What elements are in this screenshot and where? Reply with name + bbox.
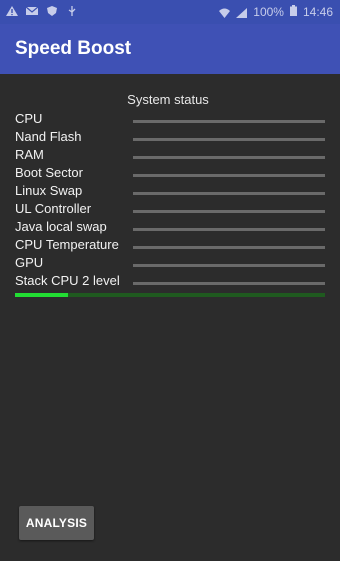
analysis-button[interactable]: ANALYSIS [19, 506, 94, 540]
status-row-boot-sector: Boot Sector [0, 164, 340, 182]
status-list: CPU Nand Flash RAM Boot Sector Linux Swa… [0, 110, 340, 290]
status-progress-bar [133, 156, 325, 159]
shield-icon [46, 5, 58, 16]
status-progress-bar [133, 246, 325, 249]
battery-icon [289, 5, 297, 19]
status-row-ram: RAM [0, 146, 340, 164]
status-progress-bar [133, 264, 325, 267]
status-label: CPU Temperature [15, 237, 119, 252]
signal-icon [236, 7, 248, 18]
status-label: UL Controller [15, 201, 92, 216]
status-label: Stack CPU 2 level [15, 273, 120, 288]
status-progress-bar [133, 120, 325, 123]
status-progress-bar [133, 228, 325, 231]
app-title: Speed Boost [15, 38, 132, 59]
status-row-cpu-temperature: CPU Temperature [0, 236, 340, 254]
warning-icon [6, 5, 18, 16]
status-row-java-local-swap: Java local swap [0, 218, 340, 236]
status-label: Java local swap [15, 219, 107, 234]
status-progress-bar [133, 138, 325, 141]
status-row-stack-cpu-2-level: Stack CPU 2 level [0, 272, 340, 290]
status-progress-bar [133, 174, 325, 177]
battery-percent: 100% [253, 5, 284, 19]
status-bar: 100% 14:46 [0, 0, 340, 24]
overall-progress-fill [15, 293, 68, 297]
overall-progress-bar [15, 293, 325, 297]
status-row-linux-swap: Linux Swap [0, 182, 340, 200]
mail-icon [25, 5, 39, 15]
status-label: CPU [15, 111, 43, 126]
clock: 14:46 [302, 5, 333, 19]
status-label: RAM [15, 147, 44, 162]
usb-icon [66, 5, 78, 16]
status-row-cpu: CPU [0, 110, 340, 128]
wifi-icon [219, 7, 231, 18]
status-label: GPU [15, 255, 44, 270]
status-row-ul-controller: UL Controller [0, 200, 340, 218]
status-progress-bar [133, 192, 325, 195]
status-row-nand-flash: Nand Flash [0, 128, 340, 146]
status-progress-bar [133, 282, 325, 285]
status-label: Linux Swap [15, 183, 83, 198]
section-title: System status [127, 92, 209, 107]
status-label: Nand Flash [15, 129, 82, 144]
status-row-gpu: GPU [0, 254, 340, 272]
status-progress-bar [133, 210, 325, 213]
status-label: Boot Sector [15, 165, 83, 180]
app-bar: Speed Boost [0, 24, 340, 74]
